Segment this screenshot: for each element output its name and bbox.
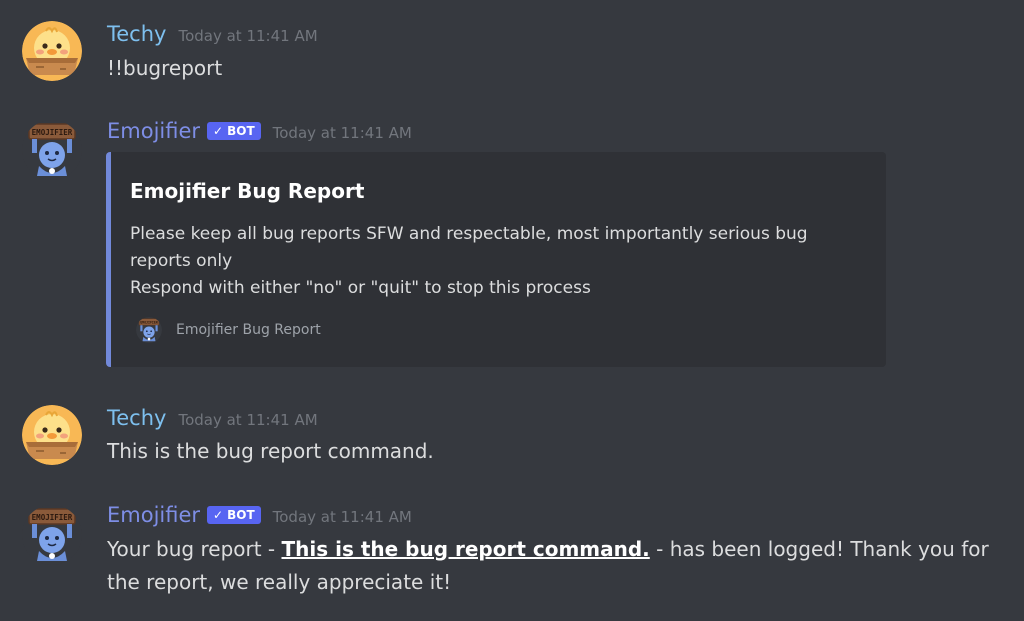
embed-description-line: Respond with either "no" or "quit" to st… xyxy=(130,278,591,298)
bot-holding-sign-icon[interactable] xyxy=(22,120,82,180)
message-text: This is the bug report command. xyxy=(107,439,434,463)
embed-description-line: Please keep all bug reports SFW and resp… xyxy=(130,224,808,271)
bot-badge-label: BOT xyxy=(227,124,255,138)
username[interactable]: Emojifier xyxy=(107,503,200,527)
message-header: Emojifier ✓ BOT Today at 11:41 AM xyxy=(107,119,412,145)
bot-holding-sign-icon xyxy=(136,317,162,343)
message-header: Techy Today at 11:41 AM xyxy=(107,22,318,48)
message-header: Emojifier ✓ BOT Today at 11:41 AM xyxy=(107,503,412,529)
embed-footer-text: Emojifier Bug Report xyxy=(176,322,321,338)
username[interactable]: Emojifier xyxy=(107,119,200,143)
chat-area: Techy Today at 11:41 AM !!bugreport Emoj… xyxy=(0,0,1024,621)
message-timestamp[interactable]: Today at 11:41 AM xyxy=(178,27,317,45)
message-timestamp[interactable]: Today at 11:41 AM xyxy=(178,411,317,429)
checkmark-icon: ✓ xyxy=(213,124,224,138)
embed-card: Emojifier Bug Report Please keep all bug… xyxy=(106,152,886,367)
username[interactable]: Techy xyxy=(107,22,166,46)
bot-badge: ✓ BOT xyxy=(207,506,261,524)
bot-badge-label: BOT xyxy=(227,508,255,522)
message-text-part: Your bug report - xyxy=(107,537,282,561)
checkmark-icon: ✓ xyxy=(213,508,224,522)
duck-in-box-icon[interactable] xyxy=(22,405,82,465)
message-timestamp[interactable]: Today at 11:41 AM xyxy=(273,508,412,526)
embed-description: Please keep all bug reports SFW and resp… xyxy=(130,221,850,302)
message-timestamp[interactable]: Today at 11:41 AM xyxy=(273,124,412,142)
bot-holding-sign-icon[interactable] xyxy=(22,505,82,565)
embed-footer: Emojifier Bug Report xyxy=(136,317,321,343)
message-text: !!bugreport xyxy=(107,56,223,80)
duck-in-box-icon[interactable] xyxy=(22,21,82,81)
bot-badge: ✓ BOT xyxy=(207,122,261,140)
message-header: Techy Today at 11:41 AM xyxy=(107,406,318,432)
quoted-report: This is the bug report command. xyxy=(281,537,650,561)
message-text: Your bug report - This is the bug report… xyxy=(107,533,1007,599)
username[interactable]: Techy xyxy=(107,406,166,430)
embed-title: Emojifier Bug Report xyxy=(130,179,365,203)
